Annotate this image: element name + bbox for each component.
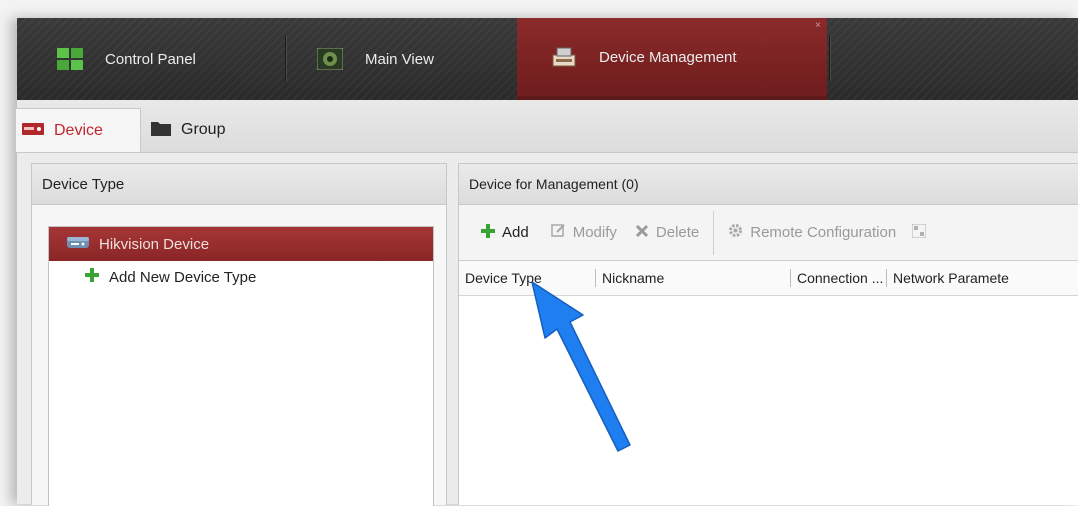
plus-icon <box>85 268 99 286</box>
subtab-device[interactable]: Device <box>15 108 141 152</box>
tab-device-management[interactable]: Device Management × <box>517 18 827 100</box>
tab-device-management-label: Device Management <box>599 48 737 66</box>
tab-control-panel-label: Control Panel <box>105 50 196 68</box>
qr-code-icon <box>911 223 927 242</box>
column-header-connection[interactable]: Connection ... <box>791 261 889 295</box>
dvr-icon <box>67 235 89 253</box>
tab-control-panel[interactable]: Control Panel <box>57 18 287 100</box>
device-type-title: Device Type <box>32 164 446 205</box>
main-view-icon <box>316 47 344 71</box>
close-icon[interactable]: × <box>815 20 821 31</box>
device-management-icon <box>551 46 577 68</box>
list-item-hikvision-device[interactable]: Hikvision Device <box>49 227 433 261</box>
delete-icon <box>635 224 649 242</box>
modify-button[interactable]: Modify <box>550 223 617 242</box>
gear-icon <box>728 223 743 242</box>
add-button-label: Add <box>502 224 529 241</box>
list-item-label: Hikvision Device <box>99 235 210 253</box>
column-header-network-parameters[interactable]: Network Paramete <box>887 261 1078 295</box>
column-header-nickname[interactable]: Nickname <box>596 261 792 295</box>
device-table-header: Device Type Nickname Connection ... Netw… <box>459 261 1078 296</box>
list-item-label: Add New Device Type <box>109 268 257 286</box>
device-management-panel: Device for Management (0) Add Modify Del… <box>458 163 1078 505</box>
delete-button[interactable]: Delete <box>635 224 699 242</box>
subtab-group-label: Group <box>181 121 226 138</box>
device-type-list: Hikvision Device Add New Device Type <box>48 226 434 506</box>
main-tab-bar: Control Panel Main View Device Managemen… <box>17 18 1078 100</box>
tab-main-view[interactable]: Main View <box>316 18 517 100</box>
device-for-management-title: Device for Management (0) <box>459 164 1078 205</box>
add-button[interactable]: Add <box>481 223 529 242</box>
delete-button-label: Delete <box>655 224 700 241</box>
qr-code-button[interactable] <box>911 223 933 242</box>
remote-configuration-label: Remote Configuration <box>750 224 897 241</box>
tab-main-view-label: Main View <box>365 50 434 68</box>
folder-icon <box>151 120 171 141</box>
toolbar-divider <box>713 210 715 255</box>
device-icon <box>22 122 44 140</box>
subtab-group[interactable]: Group <box>151 108 271 152</box>
remote-configuration-button[interactable]: Remote Configuration <box>728 223 896 242</box>
device-toolbar: Add Modify Delete Remote Configuration <box>459 205 1078 261</box>
column-header-device-type[interactable]: Device Type <box>459 261 595 295</box>
sub-tab-bar: Device Group <box>15 100 1078 153</box>
subtab-device-label: Device <box>54 121 103 139</box>
edit-icon <box>550 223 566 242</box>
app-window: Control Panel Main View Device Managemen… <box>15 18 1078 506</box>
device-type-panel: Device Type Hikvision Device Add New Dev… <box>31 163 447 506</box>
plus-icon <box>481 223 495 242</box>
control-panel-icon <box>57 48 83 70</box>
modify-button-label: Modify <box>572 224 617 241</box>
list-item-add-new-device-type[interactable]: Add New Device Type <box>49 261 433 293</box>
